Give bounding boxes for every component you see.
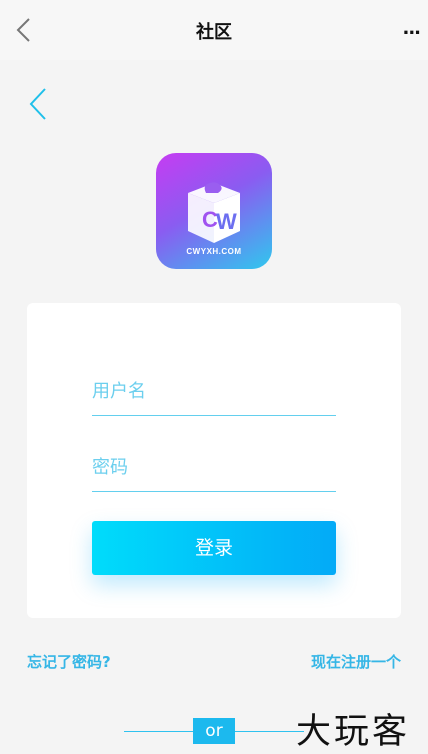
divider-line-left [124, 731, 193, 732]
password-field[interactable] [92, 445, 336, 492]
divider-line-right [235, 731, 304, 732]
svg-text:W: W [216, 209, 237, 234]
or-divider-label: or [193, 718, 235, 744]
login-button[interactable]: 登录 [92, 521, 336, 575]
watermark-text: 大玩客 [296, 712, 411, 752]
more-menu-button[interactable]: ... [402, 18, 420, 39]
username-input[interactable] [92, 369, 336, 413]
logo-text: CWYXH.COM [186, 247, 242, 256]
page-title: 社区 [196, 22, 232, 43]
top-bar: 社区 ... [0, 0, 428, 60]
username-field[interactable] [92, 369, 336, 416]
app-logo: C W CWYXH.COM [156, 153, 272, 269]
back-chevron-icon[interactable] [26, 86, 52, 122]
register-link[interactable]: 现在注册一个 [311, 651, 401, 672]
password-input[interactable] [92, 445, 336, 489]
forgot-password-link[interactable]: 忘记了密码? [27, 651, 111, 672]
